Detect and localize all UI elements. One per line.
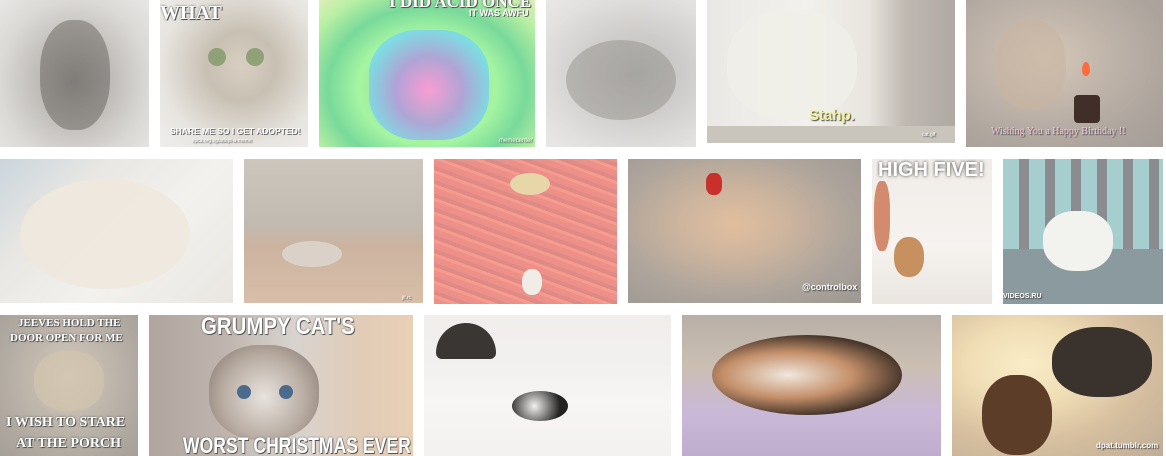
cat-shape: [1052, 327, 1152, 397]
cat-body-shape: [712, 335, 902, 415]
meme-top-caption-2: DOOR OPEN FOR ME: [10, 332, 123, 344]
dog-shape: [982, 375, 1052, 455]
table-edge-shape: [707, 126, 955, 143]
result-image-ragdoll-cat[interactable]: [0, 159, 233, 303]
watermark-text: jif.rc: [402, 295, 412, 301]
cupcake-shape: [1074, 95, 1100, 123]
cat-shape: [282, 241, 342, 267]
result-image-dog-and-cat[interactable]: dpat.tumblr.com: [952, 315, 1163, 456]
result-image-stretching-cat[interactable]: VIDEOS.RU: [1003, 159, 1163, 304]
image-results-grid: WHAT SHARE ME SO I GET ADOPTED! spca.org…: [0, 0, 1166, 456]
result-image-high-five[interactable]: HIGH FIVE!: [872, 159, 992, 304]
cat-eye-left-icon: [208, 48, 226, 66]
cat-shape: [40, 20, 110, 130]
image-floor-cat: [244, 159, 423, 303]
result-image-birthday-kitten[interactable]: Wishing You a Happy Birthday !!: [966, 0, 1163, 147]
cat-face-shape: [369, 30, 489, 140]
watermark-text: @controlbox: [802, 282, 858, 292]
result-image-stahp-cat[interactable]: Stahp. cat.gif: [707, 0, 955, 143]
meme-bottom-caption: SHARE ME SO I GET ADOPTED!: [170, 126, 301, 136]
result-image-grumpy-christmas[interactable]: GRUMPY CAT'S WORST CHRISTMAS EVER: [149, 315, 413, 456]
gif-caption-text: Stahp.: [809, 107, 855, 124]
cat-shape: [512, 391, 568, 421]
kitten-shape: [894, 237, 924, 277]
bowl-shape: [510, 173, 550, 195]
meme-bottom-caption-1: I WISH TO STARE: [6, 415, 126, 430]
kitten-shape: [566, 40, 676, 120]
cat-body-shape: [727, 10, 857, 120]
gif-caption-text: Wishing You a Happy Birthday !!: [991, 126, 1126, 137]
result-image-sleeping-kittens[interactable]: [546, 0, 696, 147]
result-image-bed-cat[interactable]: [424, 315, 671, 456]
watermark-text: VIDEOS.RU: [1003, 293, 1042, 300]
cat-shape: [1043, 211, 1113, 271]
meme-bottom-caption: WORST CHRISTMAS EVER: [183, 433, 411, 456]
cat-eye-right-icon: [279, 385, 293, 399]
result-image-jeeves-cat[interactable]: JEEVES HOLD THE DOOR OPEN FOR ME I WISH …: [0, 315, 138, 456]
kitten-shape: [996, 20, 1066, 110]
result-image-calico-cat[interactable]: [682, 315, 941, 456]
watermark-text: dpat.tumblr.com: [1096, 441, 1159, 450]
cat-face-shape: [34, 351, 104, 411]
cat-body-shape: [20, 179, 190, 289]
meme-bottom-caption-2: AT THE PORCH: [16, 436, 122, 451]
hand-shape: [874, 181, 890, 251]
cat-eye-left-icon: [237, 385, 251, 399]
candle-flame-icon: [1082, 62, 1090, 76]
cat-shape: [522, 269, 542, 295]
watermark-text: memecenter: [499, 138, 533, 144]
meme-sub-caption: IT WAS AWFU: [469, 8, 529, 18]
result-image-acid-cat[interactable]: I DID ACID ONCE IT WAS AWFU memecenter: [319, 0, 535, 147]
meme-top-caption: GRUMPY CAT'S: [201, 315, 355, 340]
result-image-cat-bowl[interactable]: [434, 159, 617, 304]
result-image-floor-cat[interactable]: jif.rc: [244, 159, 423, 303]
watermark-text: cat.gif: [922, 132, 936, 138]
result-image-orange-cat[interactable]: @controlbox: [628, 159, 861, 303]
red-tag-shape: [706, 173, 722, 195]
meme-top-caption-1: JEEVES HOLD THE: [18, 317, 121, 329]
result-image-what-cat[interactable]: WHAT SHARE ME SO I GET ADOPTED! spca.org…: [160, 0, 308, 147]
meme-footer-text: spca.org.sg/adopt-a-meme: [192, 138, 252, 144]
cat-face-shape: [209, 345, 319, 440]
meme-top-caption: HIGH FIVE!: [878, 159, 985, 181]
result-image-gray-tabby[interactable]: [0, 0, 149, 147]
meme-top-caption: WHAT: [160, 2, 222, 24]
cat-eye-right-icon: [246, 48, 264, 66]
